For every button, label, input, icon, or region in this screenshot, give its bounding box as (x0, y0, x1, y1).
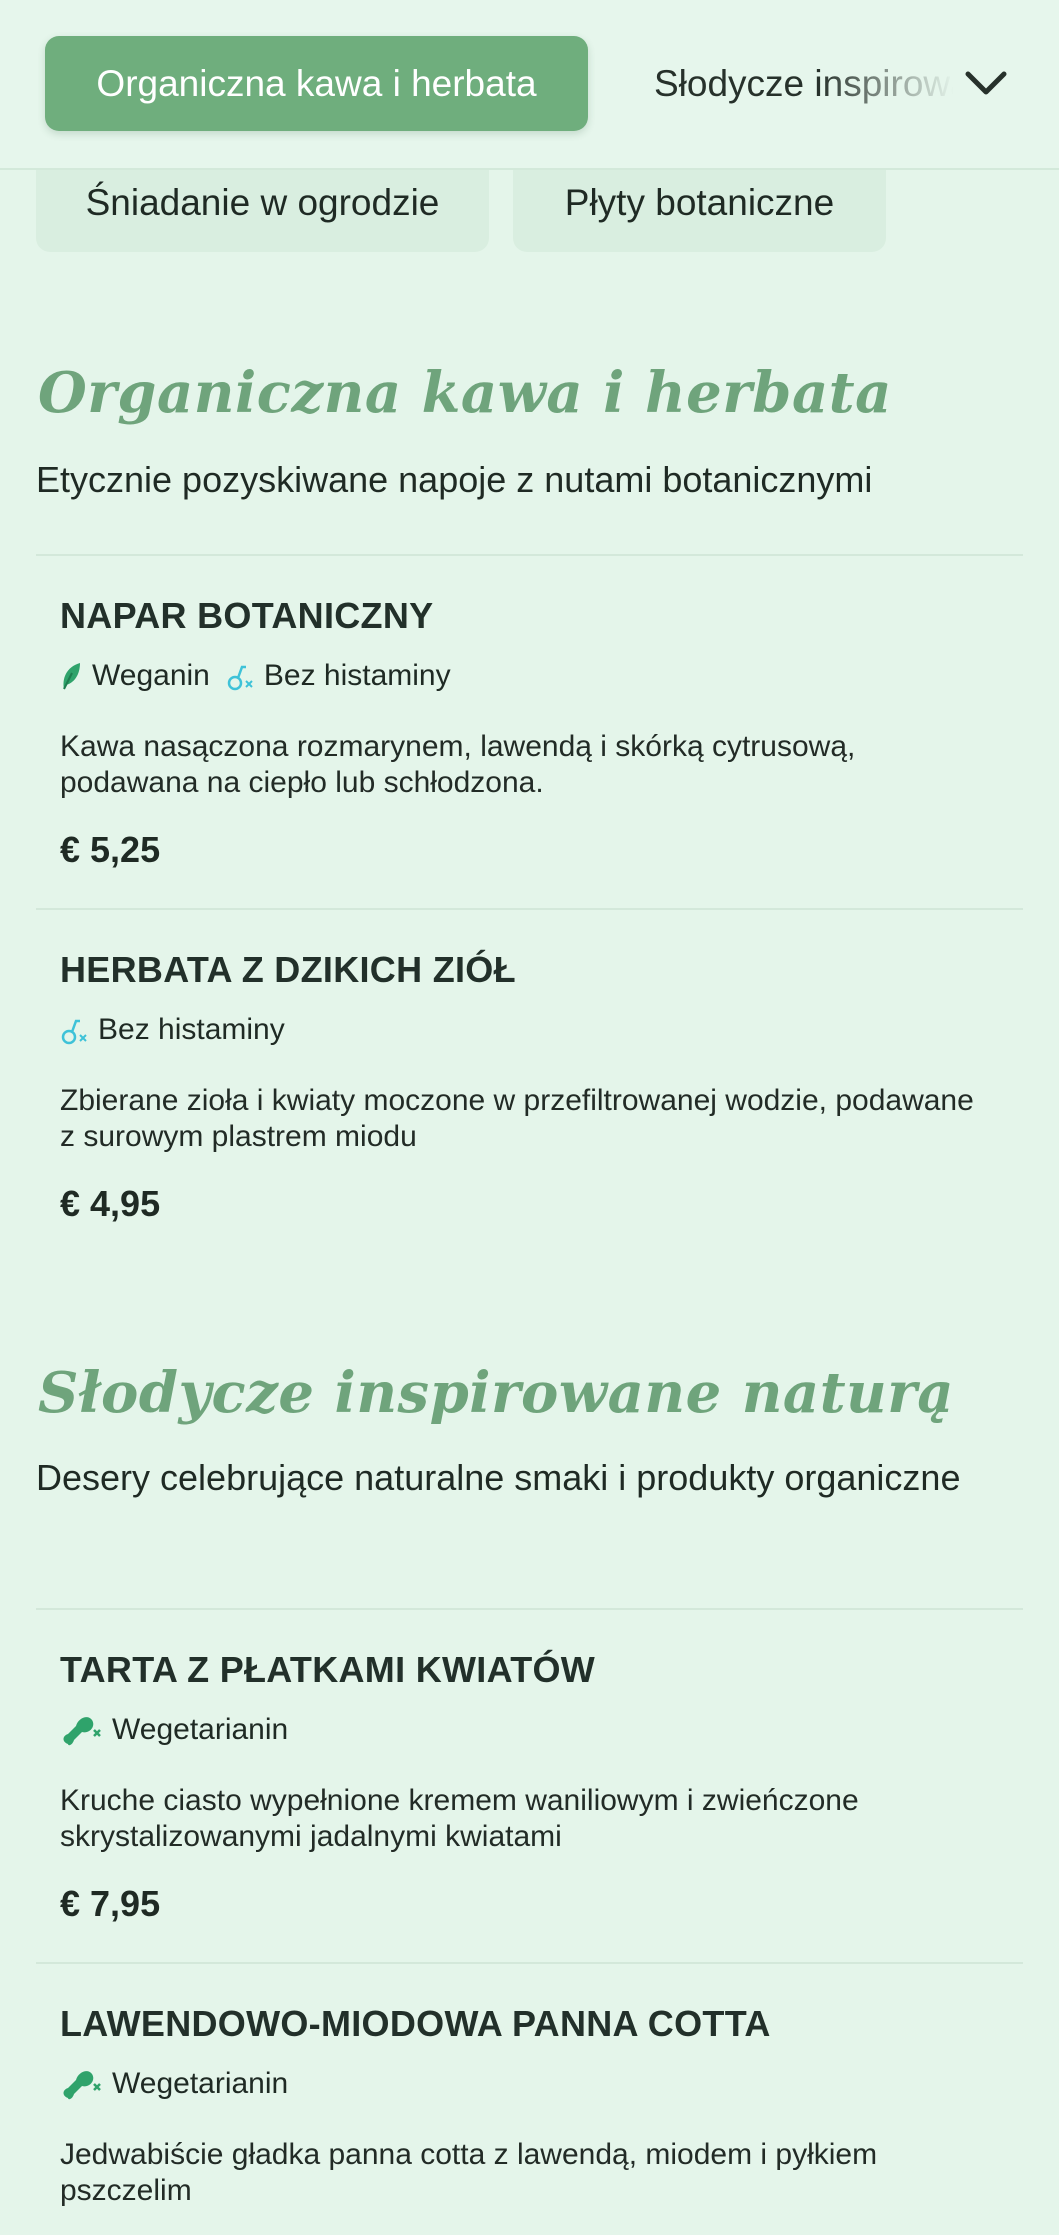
no-histamine-icon (61, 1019, 87, 1045)
divider (36, 908, 1023, 910)
menu-item-description: Zbierane zioła i kwiaty moczone w przefi… (60, 1084, 974, 1153)
dietary-tag: Bez histaminy (60, 1013, 285, 1047)
section-title: Organiczna kawa i herbata (38, 360, 892, 426)
section-description: Desery celebrujące naturalne smaki i pro… (36, 1457, 961, 1498)
tab-organic-coffee-tea[interactable]: Organiczna kawa i herbata (45, 36, 588, 131)
dietary-tags: Weganin Bez histaminy (60, 656, 467, 696)
dietary-tag: Wegetarianin (60, 1712, 288, 1748)
dietary-tags: Wegetarianin (60, 1710, 304, 1750)
divider (36, 1608, 1023, 1610)
dietary-tag-label: Bez histaminy (263, 659, 451, 692)
menu-item-name: LAWENDOWO-MIODOWA PANNA COTTA (60, 2003, 771, 2044)
menu-item-description: Jedwabiście gładka panna cotta z lawendą… (60, 2138, 878, 2207)
dietary-tag-label: Wegetarianin (112, 2067, 289, 2100)
no-histamine-icon (227, 665, 253, 691)
menu-item-name: HERBATA Z DZIKICH ZIÓŁ (60, 949, 516, 990)
menu-item-price: € 5,25 (60, 829, 161, 870)
section-description: Etycznie pozyskiwane napoje z nutami bot… (36, 459, 873, 500)
tab-botanical-plates[interactable]: Płyty botaniczne (513, 160, 886, 252)
menu-item-name: NAPAR BOTANICZNY (60, 595, 434, 636)
menu-item-price: € 4,95 (60, 1183, 161, 1224)
dietary-tag: Bez histaminy (226, 659, 451, 693)
section-title: Słodycze inspirowane naturą (38, 1360, 955, 1426)
no-meat-icon (63, 2071, 101, 2100)
dietary-tags: Wegetarianin (60, 2064, 304, 2104)
category-tab-bar: Organiczna kawa i herbata Słodycze inspi… (0, 0, 1059, 170)
dietary-tag: Wegetarianin (60, 2066, 288, 2102)
dietary-tag: Weganin (60, 659, 210, 693)
menu-item-description: Kawa nasączona rozmarynem, lawendą i skó… (60, 730, 856, 799)
tab-garden-breakfast[interactable]: Śniadanie w ogrodzie (36, 160, 489, 252)
dietary-tag-label: Weganin (92, 659, 210, 692)
divider (36, 554, 1023, 556)
menu-item-description: Kruche ciasto wypełnione kremem waniliow… (60, 1784, 859, 1853)
menu-item-name: TARTA Z PŁATKAMI KWIATÓW (60, 1649, 596, 1690)
leaf-icon (63, 663, 80, 690)
tab-nature-sweets[interactable]: Słodycze inspirowane naturą (654, 36, 954, 131)
menu-item-price: € 7,95 (60, 1883, 161, 1924)
no-meat-icon (63, 1717, 101, 1746)
dietary-tags: Bez histaminy (60, 1010, 301, 1050)
divider (36, 1962, 1023, 1964)
chevron-down-icon[interactable] (960, 58, 1012, 110)
dietary-tag-label: Wegetarianin (112, 1713, 289, 1746)
dietary-tag-label: Bez histaminy (98, 1013, 285, 1046)
